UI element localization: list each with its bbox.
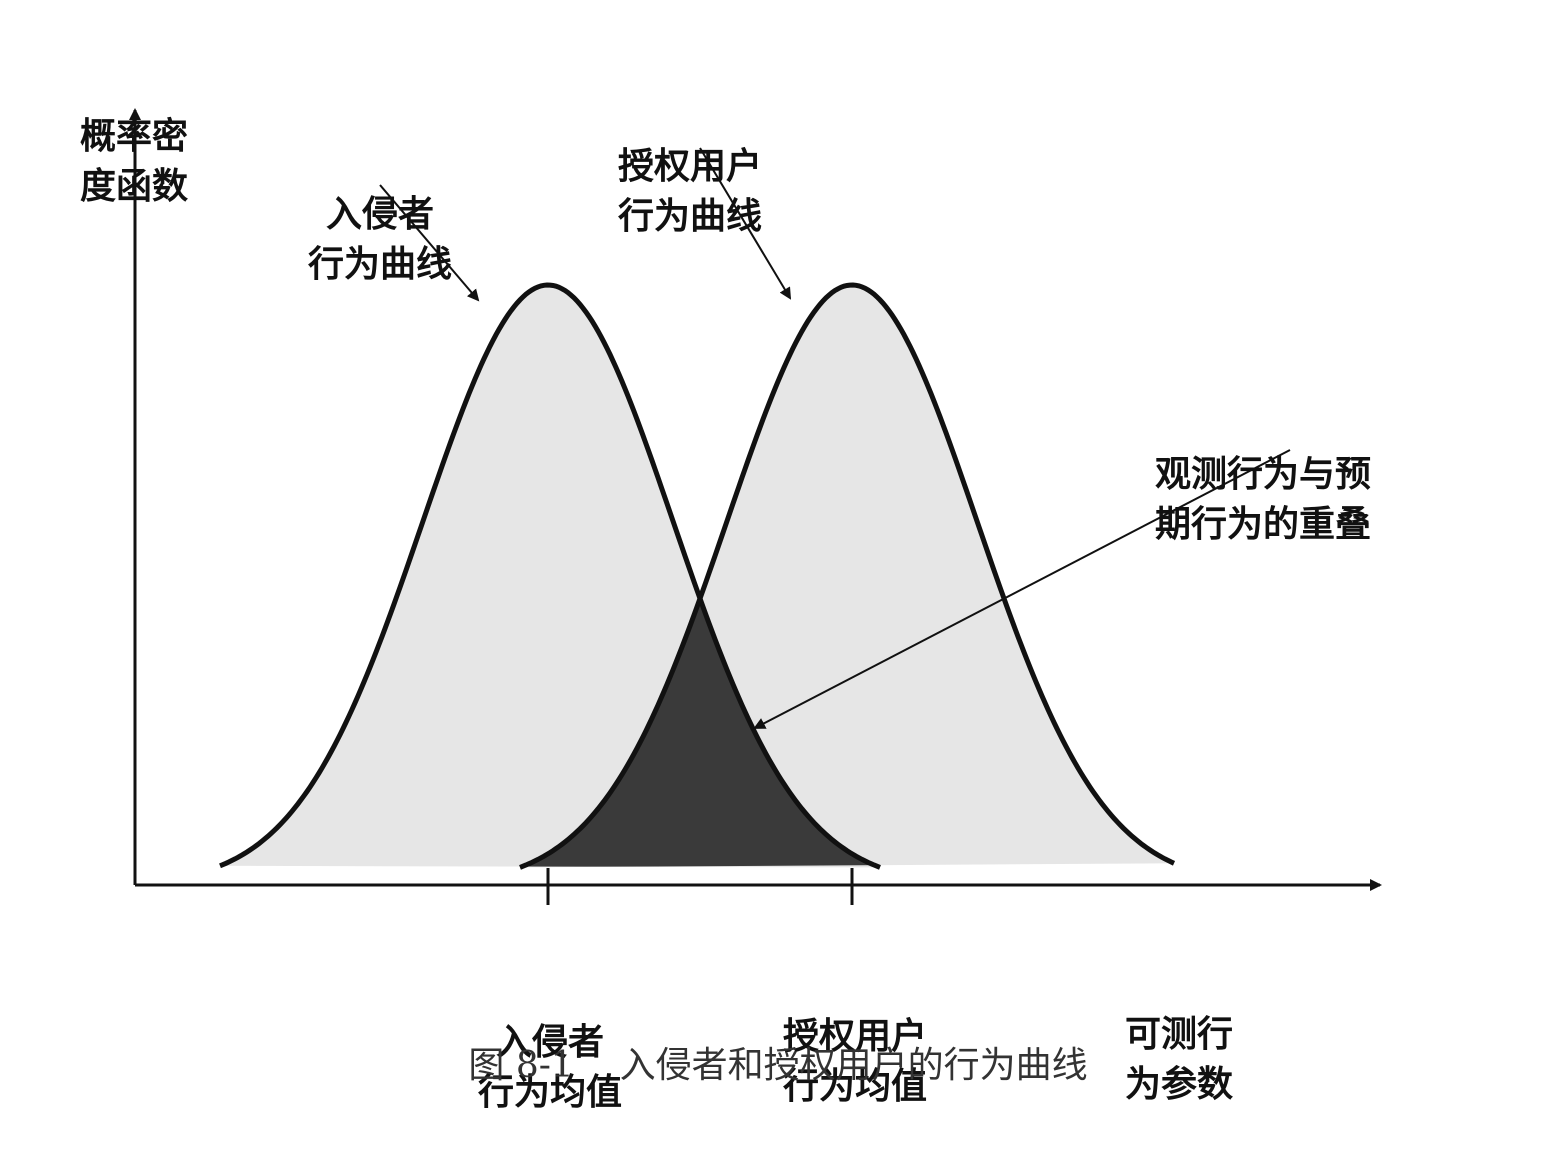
caption-number: 图 8-1: [468, 1045, 574, 1086]
y-axis-label: 概率密 度函数: [80, 116, 189, 207]
figure-caption: 图 8-1 入侵者和授权用户的行为曲线: [0, 1036, 1556, 1088]
caption-title: 入侵者和授权用户的行为曲线: [619, 1045, 1088, 1086]
authorized-curve-label: 授权用户 行为曲线: [617, 146, 762, 237]
overlap-label: 观测行为与预 期行为的重叠: [1155, 454, 1372, 545]
intruder-curve-label: 入侵者 行为曲线: [307, 194, 452, 285]
x-axis-label: 可测行 为参数: [1125, 1014, 1234, 1105]
